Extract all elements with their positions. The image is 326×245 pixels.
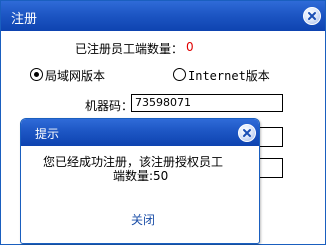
window-title: 注册 bbox=[11, 12, 38, 27]
close-icon bbox=[308, 12, 316, 20]
internet-version-radio[interactable] bbox=[173, 68, 186, 81]
internet-version-label[interactable]: Internet版本 bbox=[188, 67, 270, 84]
lan-version-label[interactable]: 局域网版本 bbox=[45, 67, 105, 84]
registration-code-field[interactable] bbox=[257, 127, 283, 147]
registered-count-value: 0 bbox=[186, 40, 194, 54]
lan-version-radio[interactable] bbox=[30, 68, 43, 81]
dialog-message: 您已经成功注册，该注册授权员工 端数量:50 bbox=[43, 155, 253, 183]
dialog-titlebar: 提示 bbox=[21, 119, 259, 146]
dialog-close-button[interactable] bbox=[238, 124, 256, 142]
window-close-button[interactable] bbox=[303, 7, 321, 25]
dialog-close-link[interactable]: 关闭 bbox=[131, 211, 155, 228]
prompt-dialog: 提示 您已经成功注册，该注册授权员工 端数量:50 关闭 bbox=[20, 118, 260, 244]
registered-count-label: 已注册员工端数量： bbox=[75, 42, 184, 56]
register-titlebar: 注册 bbox=[1, 1, 325, 31]
close-icon bbox=[243, 129, 251, 137]
secondary-input-field[interactable] bbox=[257, 158, 283, 178]
machine-code-label: 机器码： bbox=[85, 99, 134, 113]
machine-code-field[interactable]: 73598071 bbox=[131, 94, 283, 112]
dialog-title: 提示 bbox=[35, 127, 60, 141]
dialog-message-line1: 您已经成功注册，该注册授权员工 bbox=[43, 155, 224, 169]
dialog-message-line2: 端数量:50 bbox=[113, 169, 169, 183]
